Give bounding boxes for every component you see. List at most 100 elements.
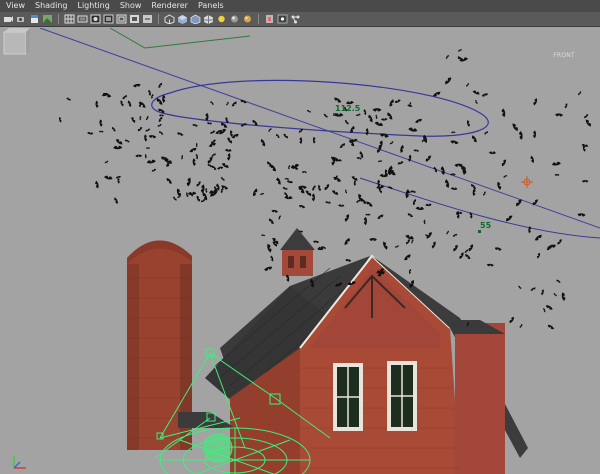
crow — [412, 198, 417, 206]
crow — [230, 130, 233, 137]
crow — [486, 263, 494, 267]
crow — [383, 241, 388, 250]
bookmark-icon[interactable] — [28, 13, 40, 25]
menu-shading[interactable]: Shading — [30, 0, 73, 12]
crow — [413, 149, 420, 152]
crow — [368, 114, 373, 123]
panel-menubar: View Shading Lighting Show Renderer Pane… — [0, 0, 600, 12]
wireframe-icon[interactable] — [163, 13, 175, 25]
crow — [207, 164, 213, 168]
menu-panels[interactable]: Panels — [193, 0, 229, 12]
toolbar-separator — [258, 14, 259, 24]
crow — [104, 160, 109, 164]
camera-select-icon[interactable] — [2, 13, 14, 25]
safe-title-icon[interactable] — [141, 13, 153, 25]
use-all-lights-icon[interactable] — [215, 13, 227, 25]
crow — [481, 93, 488, 97]
crow — [365, 213, 371, 216]
crow — [345, 189, 348, 194]
crow — [445, 77, 452, 85]
crow — [151, 168, 157, 172]
3d-viewport[interactable]: 112.5 55 FRONT — [0, 28, 600, 474]
crow — [231, 133, 239, 139]
shadows-icon[interactable] — [228, 13, 240, 25]
crow — [457, 49, 462, 52]
crow — [95, 100, 99, 109]
crow — [87, 131, 94, 135]
xray-components-icon[interactable] — [289, 13, 301, 25]
menu-view[interactable]: View — [0, 0, 30, 12]
view-cube[interactable] — [0, 28, 30, 56]
wireframe-on-shaded-icon[interactable] — [189, 13, 201, 25]
image-plane-icon[interactable] — [41, 13, 53, 25]
crow — [271, 209, 279, 213]
crow — [536, 252, 541, 259]
menu-renderer[interactable]: Renderer — [146, 0, 193, 12]
crow — [581, 179, 589, 183]
crow — [431, 241, 436, 249]
crow — [355, 113, 361, 116]
crow — [98, 130, 104, 133]
toolbar-separator — [158, 14, 159, 24]
crow — [389, 99, 394, 107]
smooth-shade-icon[interactable] — [176, 13, 188, 25]
menu-lighting[interactable]: Lighting — [72, 0, 114, 12]
film-gate-icon[interactable] — [76, 13, 88, 25]
crow — [261, 234, 266, 237]
crow — [356, 199, 361, 203]
crow — [503, 175, 508, 178]
gate-mask-icon[interactable] — [102, 13, 114, 25]
crow — [541, 289, 544, 296]
textured-icon[interactable] — [202, 13, 214, 25]
field-chart-icon[interactable] — [115, 13, 127, 25]
crow — [403, 254, 411, 261]
crow — [231, 101, 237, 107]
crow — [177, 132, 184, 136]
isolate-select-icon[interactable] — [241, 13, 253, 25]
crow — [331, 190, 339, 195]
crow — [131, 116, 136, 124]
camera-attr-icon[interactable] — [15, 13, 27, 25]
crow — [290, 163, 300, 169]
crow — [584, 114, 589, 119]
crow — [299, 136, 303, 145]
crow — [145, 147, 151, 149]
crow — [425, 203, 432, 207]
crow — [192, 124, 198, 127]
crow — [288, 164, 291, 170]
crow — [353, 179, 357, 186]
resolution-gate-icon[interactable] — [89, 13, 101, 25]
crow — [160, 156, 170, 162]
crow — [400, 144, 404, 153]
crow — [394, 245, 400, 248]
crow — [186, 192, 189, 198]
crow — [283, 133, 288, 139]
crow — [157, 124, 162, 127]
crow — [459, 252, 464, 260]
crow — [406, 239, 411, 245]
crow — [534, 234, 542, 241]
crow — [159, 131, 164, 135]
crow — [564, 103, 568, 109]
crow — [268, 128, 272, 132]
xray-joints-icon[interactable] — [276, 13, 288, 25]
crow — [211, 153, 216, 157]
crow — [305, 190, 312, 197]
crow — [585, 119, 591, 127]
crow — [415, 118, 422, 123]
crow — [267, 243, 272, 253]
curve-label-lower: 55 — [480, 221, 492, 230]
crow — [135, 154, 143, 158]
crow — [313, 240, 320, 244]
grid-icon[interactable] — [63, 13, 75, 25]
crow — [425, 155, 432, 162]
safe-action-icon[interactable] — [128, 13, 140, 25]
crow — [363, 109, 367, 116]
menu-show[interactable]: Show — [115, 0, 147, 12]
crow — [334, 97, 342, 103]
crow — [530, 287, 536, 291]
crow — [410, 190, 417, 194]
crow — [220, 187, 224, 194]
path-guide-line — [109, 28, 251, 49]
xray-icon[interactable] — [263, 13, 275, 25]
